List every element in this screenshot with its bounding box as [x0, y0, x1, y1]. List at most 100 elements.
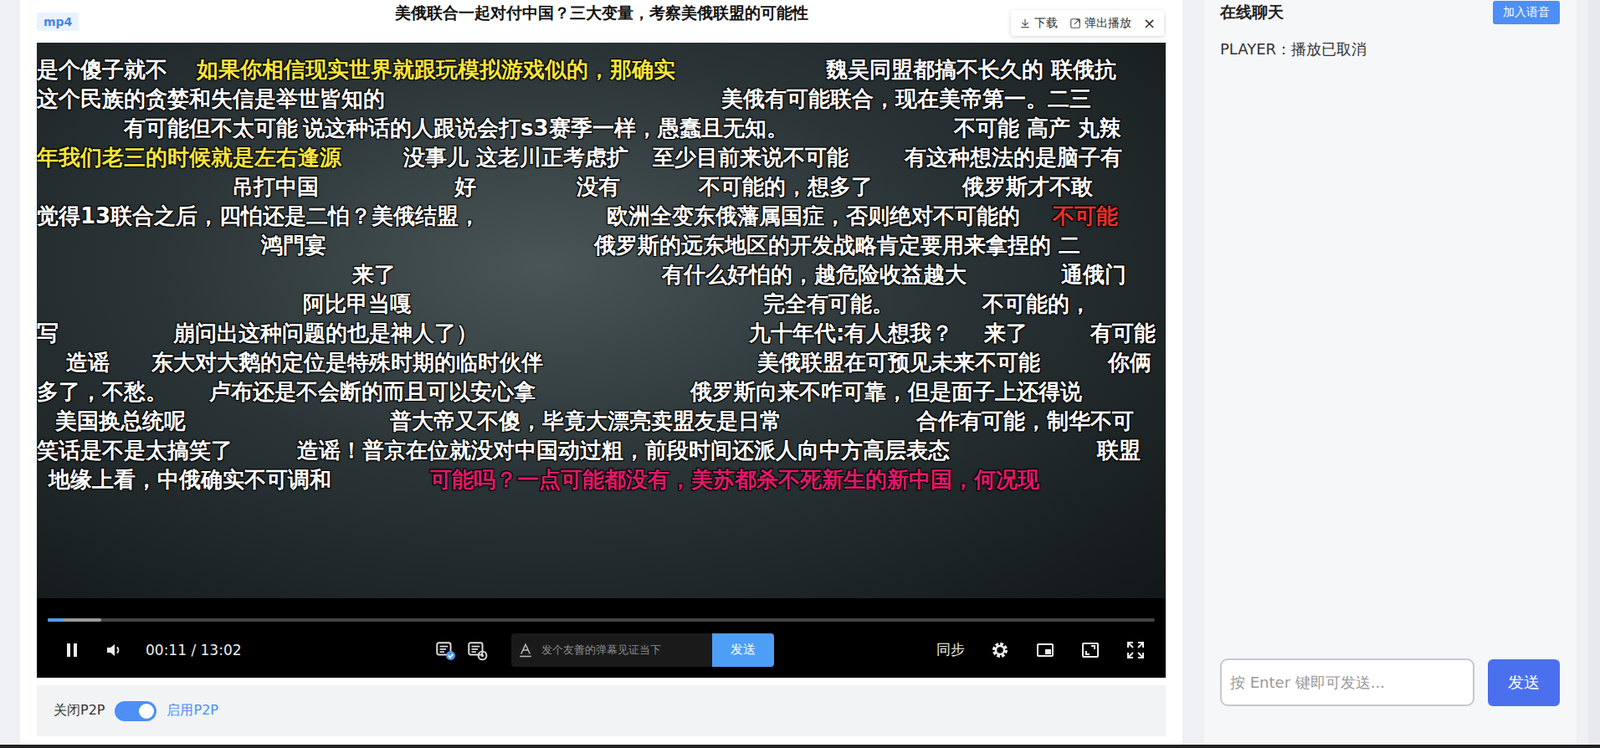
danmaku-comment: 不可能 [1052, 201, 1118, 231]
pip-button[interactable] [1035, 640, 1056, 661]
player-toolbar: 下载弹出播放 × [1010, 10, 1165, 36]
danmaku-comment: 卢布还是不会断的而且可以安心拿 [209, 377, 536, 407]
settings-button[interactable] [989, 640, 1011, 661]
danmaku-comment: 完全有可能。 [763, 289, 894, 319]
danmaku-comment: 美国换总统呢 [55, 406, 186, 436]
fullscreen-icon [1125, 640, 1146, 661]
danmaku-comment: 普大帝又不傻，毕竟大漂亮卖盟友是日常 [389, 406, 782, 436]
danmaku-toggle[interactable] [434, 639, 457, 662]
sync-button[interactable]: 同步 [936, 640, 965, 660]
danmaku-row: 多了，不愁。卢布还是不会断的而且可以安心拿俄罗斯向来不咋可靠，但是面子上还得说 [36, 377, 1166, 407]
danmaku-input[interactable] [539, 642, 706, 657]
danmaku-comment: 美俄联盟在可预见未来不可能 [757, 348, 1041, 378]
text-style-icon [517, 642, 534, 658]
danmaku-comment: 造谣！普京在位就没对中国动过粗，前段时间还派人向中方高层表态 [297, 435, 950, 466]
danmaku-row: 笑话是不是太搞笑了造谣！普京在位就没对中国动过粗，前段时间还派人向中方高层表态联… [36, 435, 1166, 466]
p2p-toggle[interactable] [114, 701, 157, 722]
gear-icon [989, 640, 1011, 661]
danmaku-settings-button[interactable] [466, 639, 488, 662]
danmaku-comment: 有什么好怕的，越危险收益越大 [661, 260, 967, 290]
danmaku-comment: 笑话是不是太搞笑了 [36, 435, 233, 466]
video-frame[interactable]: 是个傻子就不如果你相信现实世界就跟玩模拟游戏似的，那确实魏吴同盟都搞不长久的 联… [36, 42, 1166, 599]
format-badge: mp4 [36, 12, 79, 31]
danmaku-comment: 没事儿 这老川正考虑扩 [403, 143, 629, 173]
control-bar: 00:11 / 13:02 发送 同步 [36, 598, 1166, 678]
danmaku-comment: 欧洲全变东俄藩属国症，否则绝对不可能的 [606, 201, 1021, 231]
danmaku-row: 写崩问出这种问题的也是神人了）九十年代:有人想我？来了有可能 [36, 318, 1166, 349]
danmaku-comment: 造谣 [66, 348, 110, 378]
danmaku-comment: 有可能但不太可能 [123, 113, 298, 144]
close-button[interactable]: × [1143, 14, 1156, 32]
danmaku-comment: 好 [454, 172, 477, 202]
volume-icon [103, 640, 124, 661]
p2p-row: 关闭P2P 启用P2P [36, 685, 1166, 737]
danmaku-comment: 来了 [984, 318, 1028, 349]
danmaku-row: 年我们老三的时候就是左右逢源没事儿 这老川正考虑扩至少目前来说不可能有这种想法的… [36, 143, 1166, 173]
danmaku-comment: 不可能的， [982, 289, 1092, 319]
danmaku-comment: 崩问出这种问题的也是神人了） [173, 318, 478, 349]
danmaku-comment: 不可能的，想多了 [698, 172, 873, 202]
danmaku-row: 来了 有什么好怕的，越危险收益越大 通俄门 [36, 260, 1166, 290]
page-scrollbar[interactable] [1588, 0, 1600, 745]
danmaku-comment: 这个民族的贪婪和失信是举世皆知的 [36, 84, 385, 114]
chat-panel: 在线聊天 加入语音PLAYER：播放已取消发送 [1204, 0, 1577, 745]
danmaku-comment: 俄罗斯才不敢 [962, 172, 1093, 202]
widescreen-button[interactable] [1080, 640, 1101, 661]
danmaku-comment: 俄罗斯的远东地区的开发战略肯定要用来拿捏的 二 [594, 230, 1081, 261]
danmaku-row: 鸿門宴 俄罗斯的远东地区的开发战略肯定要用来拿捏的 二 [36, 230, 1166, 261]
danmaku-field[interactable] [511, 633, 713, 667]
p2p-off-label: 关闭P2P [53, 702, 105, 720]
danmaku-comment: 来了 [352, 260, 396, 290]
pip-icon [1035, 640, 1056, 661]
danmaku-toggle-icon [434, 639, 457, 662]
widescreen-icon [1080, 640, 1101, 661]
danmaku-row: 吊打中国好没有不可能的，想多了俄罗斯才不敢 [36, 172, 1166, 202]
chat-title: 在线聊天 [1220, 1, 1284, 24]
danmaku-comment: 鸿門宴 [261, 230, 327, 261]
danmaku-comment: 没有 [576, 172, 621, 202]
download-icon [1019, 17, 1031, 30]
volume-button[interactable] [103, 640, 124, 661]
danmaku-comment: 写 [36, 318, 59, 349]
controls-row: 00:11 / 13:02 发送 同步 [36, 621, 1166, 678]
danmaku-row: 是个傻子就不如果你相信现实世界就跟玩模拟游戏似的，那确实魏吴同盟都搞不长久的 联… [36, 55, 1166, 85]
danmaku-comment: 合作有可能，制华不可 [916, 406, 1134, 436]
danmaku-send-box: 发送 [511, 633, 775, 667]
danmaku-comment: 如果你相信现实世界就跟玩模拟游戏似的，那确实 [196, 55, 676, 85]
time-display: 00:11 / 13:02 [145, 641, 242, 659]
p2p-on-label: 启用P2P [166, 702, 218, 720]
danmaku-comment: 通俄门 [1061, 260, 1127, 290]
chat-input-row: 发送 [1220, 658, 1560, 745]
danmaku-row: 有可能但不太可能说这种话的人跟说会打s3赛季一样，愚蠢且无知。 不可能 高产 丸辣 [36, 113, 1166, 144]
join-voice-button[interactable]: 加入语音 [1492, 0, 1560, 25]
download-button[interactable]: 下载 [1019, 15, 1058, 31]
danmaku-row: 美国换总统呢 普大帝又不傻，毕竟大漂亮卖盟友是日常 合作有可能，制华不可 [36, 406, 1166, 436]
danmaku-comment: 至少目前来说不可能 [652, 143, 849, 173]
popout-icon [1069, 17, 1082, 30]
chat-header: 在线聊天 加入语音 [1220, 0, 1560, 26]
fullscreen-button[interactable] [1125, 640, 1146, 661]
danmaku-comment: 东大对大鹅的定位是特殊时期的临时伙伴 [151, 348, 544, 378]
danmaku-comment: 你俩 [1107, 348, 1152, 378]
chat-send-button[interactable]: 发送 [1487, 659, 1560, 707]
danmaku-row: 造谣 东大对大鹅的定位是特殊时期的临时伙伴 美俄联盟在可预见未来不可能 你俩 [36, 348, 1166, 378]
danmaku-row: 地缘上看，中俄确实不可调和可能吗？一点可能都没有，美苏都杀不死新生的新中国，何况… [36, 465, 1166, 495]
title-row: mp4美俄联合一起对付中国？三大变量，考察美俄联盟的可能性下载弹出播放× [20, 0, 1183, 43]
controls-center: 发送 [434, 633, 775, 667]
danmaku-row: 这个民族的贪婪和失信是举世皆知的美俄有可能联合，现在美帝第一。二三 [36, 84, 1166, 114]
danmaku-comment: 不可能 高产 丸辣 [953, 113, 1122, 144]
pause-icon [61, 640, 83, 661]
danmaku-send-button[interactable]: 发送 [712, 633, 775, 667]
danmaku-row: 阿比甲当嘎完全有可能。不可能的， [36, 289, 1166, 319]
video-player[interactable]: 是个傻子就不如果你相信现实世界就跟玩模拟游戏似的，那确实魏吴同盟都搞不长久的 联… [36, 42, 1166, 678]
chat-input[interactable] [1220, 658, 1475, 707]
chat-messages: PLAYER：播放已取消 [1220, 25, 1560, 659]
play-pause-button[interactable] [61, 640, 83, 661]
progress-track[interactable] [47, 618, 1155, 622]
danmaku-comment: 说这种话的人跟说会打s3赛季一样，愚蠢且无知。 [302, 113, 789, 144]
popout-button[interactable]: 弹出播放 [1069, 15, 1132, 31]
danmaku-comment: 是个傻子就不 [36, 55, 168, 85]
controls-left: 00:11 / 13:02 [61, 640, 435, 661]
danmaku-comment: 俄罗斯向来不咋可靠，但是面子上还得说 [690, 377, 1083, 407]
danmaku-row: 觉得13联合之后，四怕还是二怕？美俄结盟，欧洲全变东俄藩属国症，否则绝对不可能的… [36, 201, 1166, 231]
